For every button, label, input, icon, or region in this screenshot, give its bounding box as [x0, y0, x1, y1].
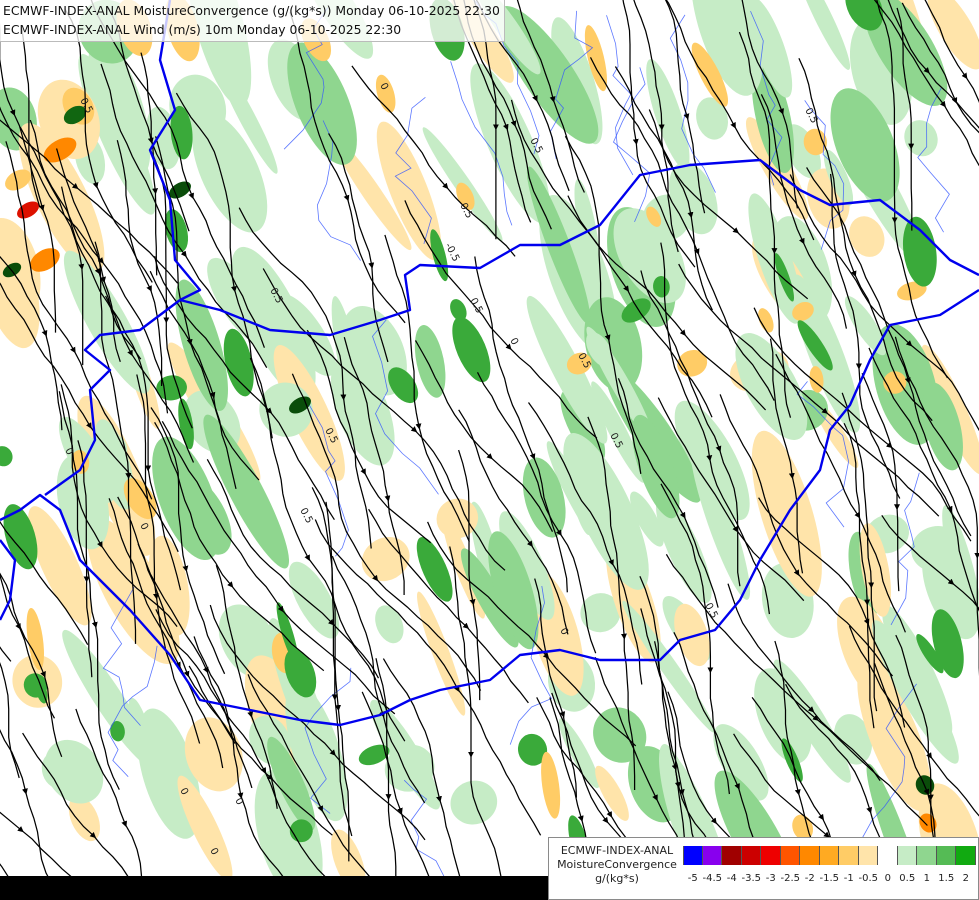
- legend-tick-label: -1.5: [819, 873, 840, 884]
- legend-color-swatches: [683, 846, 976, 865]
- legend-tick-label: -1: [843, 873, 854, 884]
- legend-model-label: ECMWF-INDEX-ANAL: [560, 844, 674, 857]
- legend-tick-label: 2: [962, 873, 969, 884]
- legend-swatch: [722, 846, 742, 865]
- legend-swatch: [858, 846, 878, 865]
- legend-tick-label: -3: [765, 873, 776, 884]
- legend-title: ECMWF-INDEX-ANAL MoistureConvergence g/(…: [553, 844, 681, 886]
- moisture-convergence-map: 00.50.5-0.50.50.500.50.500.500.500000.50…: [0, 0, 979, 900]
- legend-tick-labels: -5 -4.5 -4 -3.5 -3 -2.5 -2 -1.5 -1 -0.5 0 0.5 1 1.5 2: [683, 873, 975, 887]
- legend-variable-label: MoistureConvergence: [557, 858, 677, 871]
- legend-tick-label: -5: [687, 873, 698, 884]
- legend-unit-label: g/(kg*s): [595, 872, 639, 885]
- legend-swatch: [878, 846, 898, 865]
- legend-swatch: [683, 846, 703, 865]
- legend-tick-label: 1: [923, 873, 930, 884]
- title-moisture-convergence: ECMWF-INDEX-ANAL MoistureConvergence (g/…: [3, 3, 500, 18]
- legend-swatch: [917, 846, 937, 865]
- legend-tick-label: -2: [804, 873, 815, 884]
- legend-tick-label: 1.5: [938, 873, 955, 884]
- legend-tick-label: 0.5: [899, 873, 916, 884]
- title-wind: ECMWF-INDEX-ANAL Wind (m/s) 10m Monday 0…: [3, 22, 402, 37]
- legend-tick-label: -4.5: [702, 873, 723, 884]
- legend-swatch: [780, 846, 800, 865]
- legend-tick-label: -0.5: [858, 873, 879, 884]
- legend-swatch: [761, 846, 781, 865]
- color-legend: ECMWF-INDEX-ANAL MoistureConvergence g/(…: [548, 837, 979, 900]
- legend-tick-label: -4: [726, 873, 737, 884]
- map-title-box: ECMWF-INDEX-ANAL MoistureConvergence (g/…: [0, 0, 505, 42]
- legend-tick-label: -3.5: [741, 873, 762, 884]
- legend-tick-label: 0: [884, 873, 891, 884]
- legend-swatch: [936, 846, 956, 865]
- legend-tick-label: -2.5: [780, 873, 801, 884]
- legend-swatch: [956, 846, 976, 865]
- legend-swatch: [839, 846, 859, 865]
- legend-swatch: [819, 846, 839, 865]
- legend-swatch: [897, 846, 917, 865]
- legend-swatch: [741, 846, 761, 865]
- legend-swatch: [702, 846, 722, 865]
- legend-swatch: [800, 846, 820, 865]
